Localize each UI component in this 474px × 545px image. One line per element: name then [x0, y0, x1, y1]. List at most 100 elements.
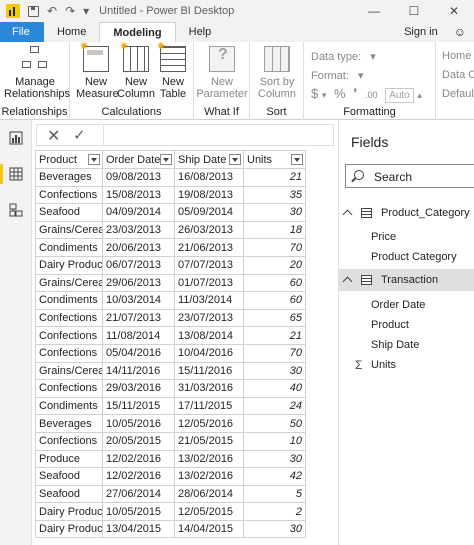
table-cell[interactable]: Seafood [35, 484, 103, 504]
table-cell[interactable]: 21/07/2013 [102, 308, 175, 328]
table-cell[interactable]: 21/05/2015 [174, 431, 244, 451]
table-cell[interactable]: Confections [35, 343, 103, 363]
table-row[interactable]: Condiments 15/11/2015 17/11/2015 24 [35, 396, 306, 416]
table-cell[interactable]: 13/02/2016 [174, 449, 244, 469]
field-table-transaction[interactable]: Transaction [339, 269, 474, 291]
table-cell[interactable]: 29/03/2016 [102, 379, 175, 398]
new-measure-button[interactable]: New Measure [76, 40, 119, 100]
table-cell[interactable]: 05/04/2016 [102, 343, 175, 363]
field-units[interactable]: Units [371, 359, 396, 371]
table-cell[interactable]: 21 [243, 168, 306, 187]
table-cell[interactable]: Seafood [35, 467, 103, 486]
table-cell[interactable]: 70 [243, 343, 306, 363]
table-cell[interactable]: 30 [243, 203, 306, 222]
table-row[interactable]: Grains/Cereals29/06/201301/07/201360 [35, 273, 306, 293]
table-cell[interactable]: 06/07/2013 [102, 255, 175, 275]
table-cell[interactable]: 10/03/2014 [102, 291, 175, 310]
table-cell[interactable]: Grains/Cereals [35, 220, 103, 240]
save-icon[interactable] [28, 5, 39, 17]
table-cell[interactable]: Condiments [35, 291, 103, 310]
home-table-dropdown[interactable]: Home T [442, 50, 474, 62]
table-cell[interactable]: 11/08/2014 [102, 326, 175, 345]
table-cell[interactable]: 20/06/2013 [102, 238, 175, 257]
column-header-ship-date[interactable]: Ship Date [174, 150, 244, 169]
table-cell[interactable]: 10 [243, 431, 306, 451]
table-cell[interactable]: 23/07/2013 [174, 308, 244, 328]
collapse-chevron-icon[interactable] [343, 208, 353, 218]
table-cell[interactable]: Grains/Cereals [35, 273, 103, 293]
filter-dropdown-icon[interactable] [88, 154, 100, 165]
field-price[interactable]: Price [371, 231, 396, 243]
table-row[interactable]: Dairy Products10/05/201512/05/20152 [35, 502, 306, 521]
table-cell[interactable]: 16/08/2013 [174, 168, 244, 187]
sort-by-column-button[interactable]: Sort by Column [252, 46, 302, 100]
table-row[interactable]: Confections 29/03/2016 31/03/2016 40 [35, 379, 306, 398]
table-cell[interactable]: 26/03/2013 [174, 220, 244, 240]
table-cell[interactable]: Grains/Cereals [35, 361, 103, 381]
table-cell[interactable]: 12/02/2016 [102, 449, 175, 469]
table-row[interactable]: Condiments 10/03/2014 11/03/2014 60 [35, 291, 306, 310]
decimal-places-input[interactable]: Auto [385, 88, 414, 103]
table-row[interactable]: Beverages 09/08/2013 16/08/2013 21 [35, 168, 306, 187]
table-cell[interactable]: Confections [35, 308, 103, 328]
column-header-units[interactable]: Units [243, 150, 306, 169]
table-cell[interactable]: 10/05/2015 [102, 502, 175, 521]
table-cell[interactable]: 12/05/2015 [174, 502, 244, 521]
currency-icon[interactable]: $ [311, 86, 318, 101]
tab-file[interactable]: File [0, 22, 44, 42]
table-cell[interactable]: 60 [243, 273, 306, 293]
table-cell[interactable]: 21 [243, 326, 306, 345]
table-cell[interactable]: 27/06/2014 [102, 484, 175, 504]
filter-dropdown-icon[interactable] [291, 154, 303, 165]
table-cell[interactable]: 30 [243, 361, 306, 381]
table-cell[interactable]: 18 [243, 220, 306, 240]
table-cell[interactable]: 13/04/2015 [102, 519, 175, 539]
table-cell[interactable]: 70 [243, 238, 306, 257]
commit-formula-icon[interactable]: ✓ [73, 126, 86, 144]
table-cell[interactable]: 29/06/2013 [102, 273, 175, 293]
sign-in-link[interactable]: Sign in [391, 22, 446, 42]
data-view-button[interactable] [0, 160, 32, 188]
table-cell[interactable]: 50 [243, 414, 306, 433]
tab-home[interactable]: Home [44, 22, 99, 42]
table-cell[interactable]: Dairy Products [35, 519, 103, 539]
column-header-product[interactable]: Product [35, 150, 103, 169]
field-product[interactable]: Product [371, 319, 409, 331]
field-order-date[interactable]: Order Date [371, 299, 425, 311]
table-cell[interactable]: Dairy Products [35, 502, 103, 521]
table-cell[interactable]: Condiments [35, 396, 103, 416]
table-cell[interactable]: Condiments [35, 238, 103, 257]
manage-relationships-button[interactable]: Manage Relationships [4, 46, 70, 100]
table-cell[interactable]: 24 [243, 396, 306, 416]
filter-dropdown-icon[interactable] [160, 154, 172, 165]
table-cell[interactable]: Confections [35, 431, 103, 451]
table-cell[interactable]: Confections [35, 326, 103, 345]
table-row[interactable]: Produce 12/02/2016 13/02/2016 30 [35, 449, 306, 469]
table-cell[interactable]: 04/09/2014 [102, 203, 175, 222]
table-row[interactable]: Condiments 20/06/2013 21/06/2013 70 [35, 238, 306, 257]
table-cell[interactable]: 21/06/2013 [174, 238, 244, 257]
data-type-dropdown[interactable]: Data type: ▾ [311, 50, 376, 63]
default-summarization-dropdown[interactable]: Default [442, 88, 474, 100]
table-cell[interactable]: 11/03/2014 [174, 291, 244, 310]
table-cell[interactable]: 10/04/2016 [174, 343, 244, 363]
table-row[interactable]: Seafood 27/06/2014 28/06/2014 5 [35, 484, 306, 504]
table-cell[interactable]: 30 [243, 449, 306, 469]
field-product-category[interactable]: Product Category [371, 251, 457, 263]
data-category-dropdown[interactable]: Data Ca [442, 69, 474, 81]
model-view-button[interactable] [0, 196, 32, 224]
table-row[interactable]: Beverages 10/05/2016 12/05/2016 50 [35, 414, 306, 433]
table-row[interactable]: Confections 20/05/2015 21/05/2015 10 [35, 431, 306, 451]
table-row[interactable]: Dairy Products13/04/201514/04/201530 [35, 519, 306, 539]
table-row[interactable]: Confections 15/08/2013 19/08/2013 35 [35, 185, 306, 205]
table-row[interactable]: Seafood 12/02/2016 13/02/2016 42 [35, 467, 306, 486]
maximize-button[interactable]: ☐ [394, 0, 434, 22]
table-cell[interactable]: 15/08/2013 [102, 185, 175, 205]
table-cell[interactable]: 35 [243, 185, 306, 205]
table-cell[interactable]: 28/06/2014 [174, 484, 244, 504]
table-row[interactable]: Confections 11/08/2014 13/08/2014 21 [35, 326, 306, 345]
table-cell[interactable]: 14/04/2015 [174, 519, 244, 539]
table-cell[interactable]: Dairy Products [35, 255, 103, 275]
redo-icon[interactable]: ↷ [65, 4, 75, 18]
table-cell[interactable]: Confections [35, 185, 103, 205]
